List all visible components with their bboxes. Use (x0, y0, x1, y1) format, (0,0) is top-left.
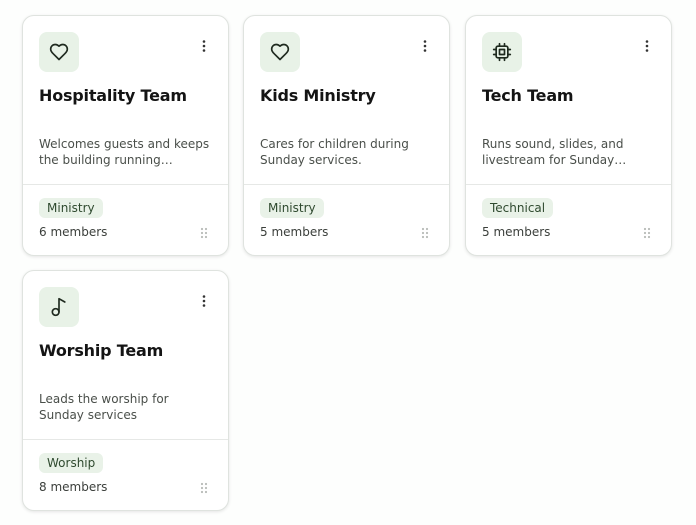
card-header: Hospitality Team Welcomes guests and kee… (23, 16, 228, 185)
category-tag: Ministry (260, 198, 324, 218)
card-description: Cares for children during Sunday service… (260, 137, 409, 167)
drag-handle-icon[interactable] (200, 482, 208, 494)
card-title: Worship Team (39, 341, 164, 360)
heart-icon (49, 43, 69, 61)
more-options-button[interactable] (417, 38, 433, 54)
category-tag: Worship (39, 453, 104, 473)
category-tag: Technical (482, 198, 554, 218)
more-options-button[interactable] (196, 38, 212, 54)
heart-icon (270, 43, 290, 61)
card-footer: Ministry 5 members (244, 185, 449, 255)
chip-icon (492, 42, 512, 62)
card-title: Kids Ministry (260, 86, 376, 105)
member-count: 6 members (39, 225, 108, 239)
music-note-icon (51, 297, 66, 317)
more-vertical-icon (202, 40, 206, 52)
drag-handle-icon[interactable] (200, 227, 208, 239)
card-footer: Ministry 6 members (23, 185, 228, 255)
card-description: Leads the worship for Sunday services (39, 392, 169, 422)
card-title: Hospitality Team (39, 86, 187, 105)
card-footer: Worship 8 members (23, 440, 228, 510)
member-count: 5 members (482, 225, 551, 239)
team-card-kids-ministry[interactable]: Kids Ministry Cares for children during … (243, 15, 450, 256)
member-count: 8 members (39, 480, 108, 494)
drag-handle-icon[interactable] (643, 227, 651, 239)
more-vertical-icon (423, 40, 427, 52)
card-icon-container (260, 32, 300, 72)
card-description: Runs sound, slides, and livestream for S… (482, 137, 624, 167)
more-options-button[interactable] (196, 293, 212, 309)
team-card-hospitality[interactable]: Hospitality Team Welcomes guests and kee… (22, 15, 229, 256)
card-icon-container (39, 32, 79, 72)
team-card-tech[interactable]: Tech Team Runs sound, slides, and livest… (465, 15, 672, 256)
card-icon-container (39, 287, 79, 327)
card-header: Tech Team Runs sound, slides, and livest… (466, 16, 671, 185)
card-header: Kids Ministry Cares for children during … (244, 16, 449, 185)
member-count: 5 members (260, 225, 329, 239)
more-options-button[interactable] (639, 38, 655, 54)
card-title: Tech Team (482, 86, 574, 105)
card-description: Welcomes guests and keeps the building r… (39, 137, 210, 167)
card-header: Worship Team Leads the worship for Sunda… (23, 271, 228, 440)
category-tag: Ministry (39, 198, 103, 218)
card-footer: Technical 5 members (466, 185, 671, 255)
more-vertical-icon (645, 40, 649, 52)
drag-handle-icon[interactable] (421, 227, 429, 239)
team-card-worship[interactable]: Worship Team Leads the worship for Sunda… (22, 270, 229, 511)
team-grid: Hospitality Team Welcomes guests and kee… (0, 0, 696, 525)
card-icon-container (482, 32, 522, 72)
more-vertical-icon (202, 295, 206, 307)
